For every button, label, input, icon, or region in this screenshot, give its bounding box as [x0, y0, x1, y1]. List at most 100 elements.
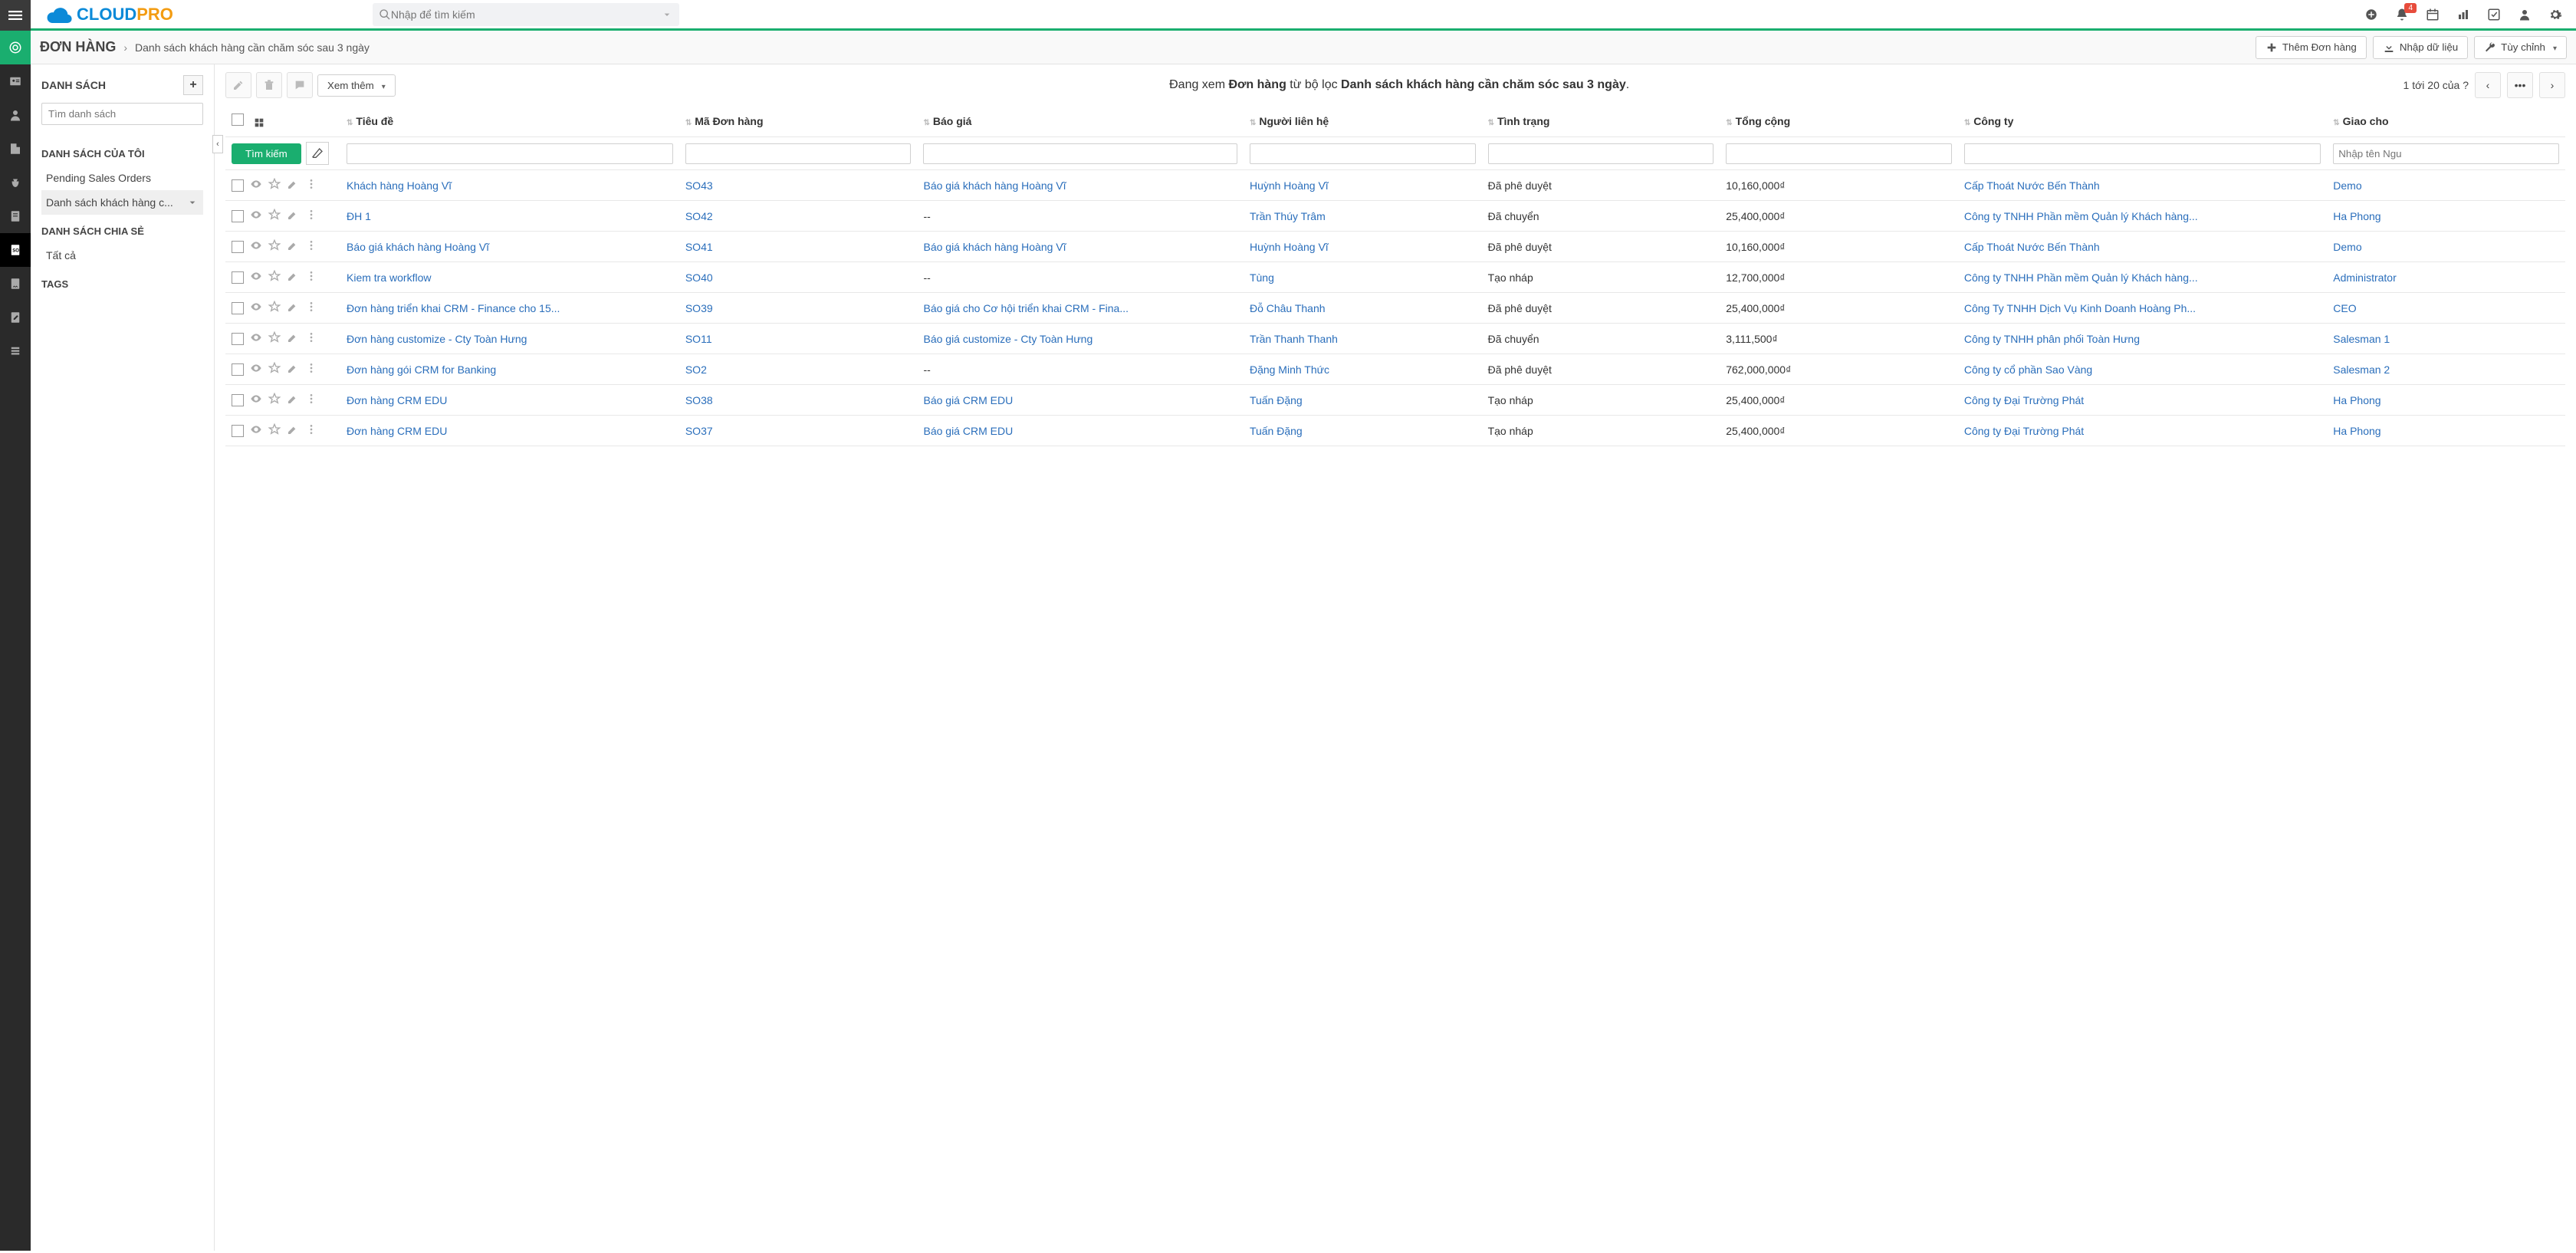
cell-orderno[interactable]: SO38 — [685, 394, 713, 406]
sidebar-item-all[interactable]: Tất cả — [41, 243, 203, 268]
cell-orderno[interactable]: SO40 — [685, 271, 713, 284]
rail-accounts[interactable] — [0, 132, 31, 166]
collapse-sidebar[interactable]: ‹ — [212, 135, 223, 153]
cell-title[interactable]: Báo giá khách hàng Hoàng Vĩ — [347, 241, 489, 253]
row-more[interactable] — [305, 393, 317, 407]
rail-leads[interactable] — [0, 98, 31, 132]
notifications-button[interactable]: 4 — [2395, 8, 2409, 21]
row-checkbox[interactable] — [232, 179, 244, 192]
row-more[interactable] — [305, 362, 317, 377]
cell-title[interactable]: Kiem tra workflow — [347, 271, 431, 284]
comment-button[interactable] — [287, 72, 313, 98]
pager-prev[interactable]: ‹ — [2475, 72, 2501, 98]
settings-button[interactable] — [2548, 8, 2562, 21]
chevron-down-icon[interactable] — [186, 196, 199, 209]
cell-assignee[interactable]: Ha Phong — [2333, 394, 2380, 406]
cell-orderno[interactable]: SO43 — [685, 179, 713, 192]
global-search-input[interactable] — [391, 8, 661, 21]
row-more[interactable] — [305, 178, 317, 192]
row-more[interactable] — [305, 423, 317, 438]
filter-contact[interactable] — [1250, 143, 1476, 164]
rail-contacts[interactable] — [0, 64, 31, 98]
sidebar-item-caring[interactable]: Danh sách khách hàng c... — [41, 190, 203, 215]
row-star[interactable] — [268, 239, 281, 254]
row-star[interactable] — [268, 331, 281, 346]
cell-contact[interactable]: Huỳnh Hoàng Vĩ — [1250, 179, 1329, 192]
filter-assignee[interactable] — [2333, 143, 2559, 164]
cell-contact[interactable]: Trần Thúy Trâm — [1250, 210, 1326, 222]
col-contact[interactable]: ⇅Người liên hệ — [1244, 106, 1482, 137]
row-star[interactable] — [268, 301, 281, 315]
row-more[interactable] — [305, 209, 317, 223]
row-more[interactable] — [305, 270, 317, 284]
cell-title[interactable]: Đơn hàng customize - Cty Toàn Hưng — [347, 333, 527, 345]
cell-assignee[interactable]: Demo — [2333, 179, 2361, 192]
row-view[interactable] — [250, 362, 262, 377]
cell-assignee[interactable]: Ha Phong — [2333, 425, 2380, 437]
rail-invoices[interactable] — [0, 267, 31, 301]
cell-orderno[interactable]: SO42 — [685, 210, 713, 222]
cell-company[interactable]: Công ty TNHH Phần mềm Quản lý Khách hàng… — [1964, 271, 2198, 284]
col-quote[interactable]: ⇅Báo giá — [917, 106, 1243, 137]
row-view[interactable] — [250, 331, 262, 346]
cell-assignee[interactable]: Salesman 2 — [2333, 363, 2390, 376]
tasks-button[interactable] — [2487, 8, 2501, 21]
cell-contact[interactable]: Huỳnh Hoàng Vĩ — [1250, 241, 1329, 253]
row-checkbox[interactable] — [232, 394, 244, 406]
cell-quote[interactable]: Báo giá cho Cơ hội triển khai CRM - Fina… — [923, 302, 1129, 314]
col-title[interactable]: ⇅Tiêu đề — [340, 106, 679, 137]
row-edit[interactable] — [287, 178, 299, 192]
cell-assignee[interactable]: Demo — [2333, 241, 2361, 253]
filter-title[interactable] — [347, 143, 673, 164]
row-more[interactable] — [305, 239, 317, 254]
cell-quote[interactable]: Báo giá khách hàng Hoàng Vĩ — [923, 179, 1066, 192]
row-edit[interactable] — [287, 331, 299, 346]
col-total[interactable]: ⇅Tổng cộng — [1720, 106, 1958, 137]
row-view[interactable] — [250, 393, 262, 407]
customize-button[interactable]: Tùy chỉnh — [2474, 36, 2567, 59]
pager-next[interactable]: › — [2539, 72, 2565, 98]
row-edit[interactable] — [287, 209, 299, 223]
cell-quote[interactable]: Báo giá CRM EDU — [923, 425, 1013, 437]
rail-quotes[interactable] — [0, 199, 31, 233]
user-menu[interactable] — [2518, 8, 2532, 21]
search-button[interactable]: Tìm kiếm — [232, 143, 301, 164]
cell-company[interactable]: Công ty TNHH Phần mềm Quản lý Khách hàng… — [1964, 210, 2198, 222]
cell-assignee[interactable]: Ha Phong — [2333, 210, 2380, 222]
row-more[interactable] — [305, 331, 317, 346]
module-title[interactable]: ĐƠN HÀNG — [40, 39, 116, 55]
rail-opportunities[interactable] — [0, 166, 31, 199]
row-edit[interactable] — [287, 270, 299, 284]
cell-company[interactable]: Công ty cổ phần Sao Vàng — [1964, 363, 2092, 376]
cell-assignee[interactable]: Salesman 1 — [2333, 333, 2390, 345]
cell-contact[interactable]: Trần Thanh Thanh — [1250, 333, 1338, 345]
add-list-button[interactable]: + — [183, 75, 203, 95]
row-view[interactable] — [250, 270, 262, 284]
hamburger-menu[interactable] — [0, 0, 31, 31]
row-more[interactable] — [305, 301, 317, 315]
col-company[interactable]: ⇅Công ty — [1958, 106, 2327, 137]
cell-assignee[interactable]: Administrator — [2333, 271, 2396, 284]
filter-company[interactable] — [1964, 143, 2321, 164]
import-button[interactable]: Nhập dữ liệu — [2373, 36, 2468, 59]
rail-more[interactable] — [0, 334, 31, 368]
cell-title[interactable]: Khách hàng Hoàng Vĩ — [347, 179, 452, 192]
cell-title[interactable]: ĐH 1 — [347, 210, 371, 222]
filter-orderno[interactable] — [685, 143, 912, 164]
cell-contact[interactable]: Đặng Minh Thức — [1250, 363, 1329, 376]
cell-orderno[interactable]: SO41 — [685, 241, 713, 253]
row-checkbox[interactable] — [232, 333, 244, 345]
cell-contact[interactable]: Tuấn Đặng — [1250, 394, 1303, 406]
chevron-down-icon[interactable] — [661, 8, 673, 21]
calendar-button[interactable] — [2426, 8, 2440, 21]
add-order-button[interactable]: Thêm Đơn hàng — [2256, 36, 2367, 59]
col-orderno[interactable]: ⇅Mã Đơn hàng — [679, 106, 918, 137]
cell-company[interactable]: Công Ty TNHH Dịch Vụ Kinh Doanh Hoàng Ph… — [1964, 302, 2196, 314]
filter-quote[interactable] — [923, 143, 1237, 164]
select-all-checkbox[interactable] — [232, 113, 244, 126]
global-search[interactable] — [373, 3, 679, 26]
logo[interactable]: CLOUDPRO — [41, 4, 173, 25]
row-checkbox[interactable] — [232, 241, 244, 253]
col-status[interactable]: ⇅Tình trạng — [1482, 106, 1720, 137]
edit-button[interactable] — [225, 72, 251, 98]
